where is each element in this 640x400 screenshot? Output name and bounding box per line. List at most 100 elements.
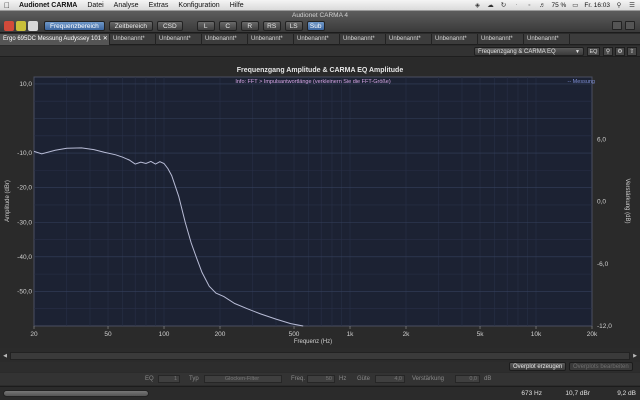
toolbar-spacer — [187, 21, 193, 31]
view-select-value: Frequenzgang & CARMA EQ — [478, 49, 556, 55]
tab-unbenannt[interactable]: Unbenannt* — [248, 34, 294, 45]
freq-field[interactable]: 50 — [307, 375, 335, 383]
clock[interactable]: Fr. 16:03 — [584, 2, 610, 9]
x-tick-label: 5k — [477, 331, 485, 338]
document-tabs: Ergo 695DC Messung Audyssey 101 ✕ Unbena… — [0, 34, 640, 45]
gain-label: Verstärkung — [412, 376, 445, 382]
cloud-icon[interactable]: ☁ — [487, 2, 495, 9]
x-axis-ticks: 20 50 100 200 500 1k 2k 5k 10k 20k — [30, 326, 598, 338]
tab-unbenannt[interactable]: Unbenannt* — [340, 34, 386, 45]
tab-unbenannt[interactable]: Unbenannt* — [110, 34, 156, 45]
scroll-left-icon[interactable]: ◀ — [1, 352, 9, 360]
sync-icon[interactable]: ↻ — [500, 2, 508, 9]
overplot-edit-button[interactable]: Overplots bearbeiten — [569, 362, 633, 371]
freq-label: Freq. — [291, 376, 306, 382]
view-bar: Frequenzgang & CARMA EQ ▼ EQ ⚲ ⚙ ⇧ — [0, 46, 640, 57]
title-bar: Audionet CARMA 4 Frequenzbereich Zeitber… — [0, 11, 640, 33]
y2-axis-label: Verstärkung (dB) — [624, 178, 630, 223]
tab-unbenannt[interactable]: Unbenannt* — [386, 34, 432, 45]
wifi-icon[interactable]: ◦ — [526, 2, 534, 9]
apple-icon[interactable]:  — [0, 1, 14, 10]
chart-area: Frequenzgang Amplitude & CARMA EQ Amplit… — [0, 58, 640, 348]
typ-label: Typ — [189, 376, 199, 382]
tab-unbenannt[interactable]: Unbenannt* — [294, 34, 340, 45]
window-controls — [4, 21, 38, 31]
fullscreen-icon[interactable] — [625, 21, 635, 30]
chart-info: Info: FFT > Impulsantwortlänge (verklein… — [235, 79, 390, 85]
y-axis-label: Amplitude (dBr) — [5, 180, 11, 222]
gain-field[interactable]: 0,0 — [455, 375, 480, 383]
channel-l-button[interactable]: L — [196, 21, 215, 31]
tab-unbenannt[interactable]: Unbenannt* — [202, 34, 248, 45]
y-tick-label: -20,0 — [17, 185, 32, 192]
tab-unbenannt[interactable]: Unbenannt* — [156, 34, 202, 45]
battery-icon[interactable]: ▭ — [571, 2, 579, 9]
frequenzbereich-button[interactable]: Frequenzbereich — [44, 21, 105, 31]
search-icon[interactable]: ⚲ — [615, 2, 623, 9]
x-tick-label: 20 — [30, 331, 38, 338]
channel-ls-button[interactable]: LS — [284, 21, 303, 31]
volume-icon[interactable]: ♬ — [539, 2, 547, 9]
overplot-create-button[interactable]: Overplot erzeugen — [509, 362, 567, 371]
menu-app[interactable]: Audionet CARMA — [14, 2, 82, 9]
battery-text[interactable]: 75 % — [552, 2, 567, 9]
x-tick-label: 20k — [587, 331, 598, 338]
channel-rs-button[interactable]: RS — [262, 21, 281, 31]
y2-tick-label: -6,0 — [597, 261, 609, 268]
typ-select[interactable]: Glocken-Filter — [204, 375, 282, 383]
status-frequency: 673 Hz — [521, 390, 542, 397]
guete-field[interactable]: 4,0 — [375, 375, 405, 383]
freq-unit: Hz — [339, 376, 347, 382]
close-window-button[interactable] — [4, 21, 14, 31]
menu-analyse[interactable]: Analyse — [109, 2, 144, 9]
eq-toggle-button[interactable]: EQ — [587, 47, 600, 56]
window-tool-icons — [612, 21, 635, 30]
eq-select[interactable]: 1 — [158, 375, 180, 383]
export-icon[interactable]: ⇧ — [627, 47, 637, 56]
channel-c-button[interactable]: C — [218, 21, 237, 31]
zoom-window-button[interactable] — [28, 21, 38, 31]
menu-list-icon[interactable]: ☰ — [628, 2, 636, 9]
settings-icon[interactable]: ⚙ — [615, 47, 625, 56]
gain-unit: dB — [484, 376, 492, 382]
x-tick-label: 50 — [104, 331, 112, 338]
y-tick-label: -30,0 — [17, 219, 32, 226]
menu-extras-right: ◈ ☁ ↻ ᛫ ◦ ♬ 75 % ▭ Fr. 16:03 ⚲ ☰ — [474, 2, 640, 9]
horizontal-scrollbar[interactable]: ◀ ▶ — [3, 352, 637, 360]
menu-datei[interactable]: Datei — [82, 2, 108, 9]
window-title: Audionet CARMA 4 — [291, 12, 348, 19]
x-tick-label: 500 — [289, 331, 300, 338]
x-tick-label: 100 — [159, 331, 170, 338]
channel-sub-button[interactable]: Sub — [306, 21, 325, 31]
channel-r-button[interactable]: R — [240, 21, 259, 31]
x-tick-label: 1k — [347, 331, 355, 338]
zeitbereich-button[interactable]: Zeitbereich — [108, 21, 153, 31]
menu-extras[interactable]: Extras — [144, 2, 174, 9]
minimize-window-button[interactable] — [16, 21, 26, 31]
csd-button[interactable]: CSD — [156, 21, 183, 31]
chart-legend[interactable]: -- Messung — [567, 79, 595, 85]
tab-ergo-messung[interactable]: Ergo 695DC Messung Audyssey 101 ✕ — [0, 34, 110, 45]
guete-label: Güte — [357, 376, 371, 382]
chart-title: Frequenzgang Amplitude & CARMA EQ Amplit… — [237, 67, 404, 74]
tab-unbenannt[interactable]: Unbenannt* — [478, 34, 524, 45]
overplot-bar: Overplot erzeugen Overplots bearbeiten — [0, 362, 640, 372]
progress-bar — [3, 390, 149, 397]
plot-background — [33, 76, 593, 327]
layout-icon[interactable] — [612, 21, 622, 30]
y2-tick-label: 6,0 — [597, 136, 606, 143]
bluetooth-icon[interactable]: ᛫ — [513, 2, 521, 9]
menu-hilfe[interactable]: Hilfe — [225, 2, 249, 9]
toolbar: Frequenzbereich Zeitbereich CSD L C R RS… — [44, 21, 325, 31]
view-select[interactable]: Frequenzgang & CARMA EQ ▼ — [474, 47, 584, 56]
tab-unbenannt[interactable]: Unbenannt* — [524, 34, 570, 45]
tab-unbenannt[interactable]: Unbenannt* — [432, 34, 478, 45]
dropbox-icon[interactable]: ◈ — [474, 2, 482, 9]
frequency-response-chart[interactable]: Frequenzgang Amplitude & CARMA EQ Amplit… — [0, 58, 640, 348]
scroll-right-icon[interactable]: ▶ — [631, 352, 639, 360]
status-gain: 9,2 dB — [617, 390, 636, 397]
menu-konfiguration[interactable]: Konfiguration — [173, 2, 224, 9]
zoom-icon[interactable]: ⚲ — [603, 47, 613, 56]
y-axis-ticks: 10,0 -10,0 -20,0 -30,0 -40,0 -50,0 — [17, 81, 32, 296]
y-tick-label: -40,0 — [17, 254, 32, 261]
